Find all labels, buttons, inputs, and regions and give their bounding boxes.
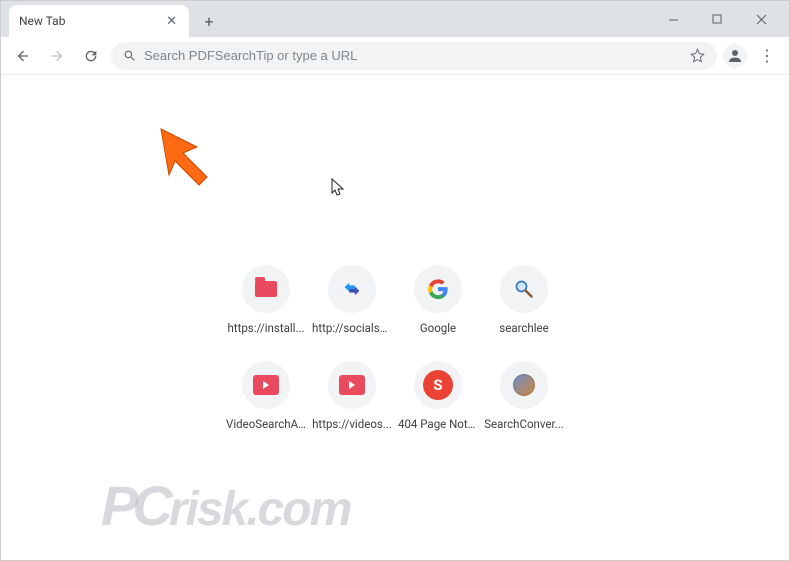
video-icon <box>242 361 290 409</box>
toolbar: ⋮ <box>1 37 789 75</box>
reload-button[interactable] <box>77 42 105 70</box>
shortcut-label: SearchConver... <box>484 417 564 431</box>
address-input[interactable] <box>144 48 682 63</box>
shortcut-tile[interactable]: searchlee <box>481 265 567 335</box>
magnifier-icon <box>500 265 548 313</box>
search-icon <box>123 49 136 62</box>
shortcut-label: https://videos... <box>312 417 392 431</box>
new-tab-button[interactable]: + <box>195 7 223 35</box>
tab-new-tab[interactable]: New Tab ✕ <box>9 5 189 37</box>
maximize-button[interactable] <box>695 4 739 34</box>
shortcut-tile[interactable]: Google <box>395 265 481 335</box>
shortcut-label: VideoSearchA... <box>226 417 306 431</box>
back-button[interactable] <box>9 42 37 70</box>
watermark-text: PCrisk.com <box>101 473 350 538</box>
shortcut-label: 404 Page Not ... <box>398 417 478 431</box>
shortcut-tile[interactable]: https://install... <box>223 265 309 335</box>
google-icon <box>414 265 462 313</box>
forward-button[interactable] <box>43 42 71 70</box>
tab-strip: New Tab ✕ + <box>1 1 789 37</box>
cursor-icon <box>331 178 347 202</box>
new-tab-page: https://install... http://socialse... Go… <box>1 75 789 560</box>
shortcut-label: Google <box>420 321 456 335</box>
globe-icon <box>500 361 548 409</box>
shortcut-label: http://socialse... <box>312 321 392 335</box>
shortcut-label: searchlee <box>499 321 548 335</box>
shortcut-tile[interactable]: http://socialse... <box>309 265 395 335</box>
shortcut-label: https://install... <box>227 321 304 335</box>
tab-close-button[interactable]: ✕ <box>164 15 179 28</box>
annotation-arrow-icon <box>151 119 231 203</box>
bookmark-star-icon[interactable] <box>690 48 705 63</box>
video-icon <box>328 361 376 409</box>
profile-avatar-button[interactable] <box>723 44 747 68</box>
arrows-icon <box>328 265 376 313</box>
letter-s-icon: S <box>414 361 462 409</box>
shortcut-tile[interactable]: SearchConver... <box>481 361 567 431</box>
shortcuts-grid: https://install... http://socialse... Go… <box>223 265 567 431</box>
window-controls <box>651 1 789 37</box>
folder-icon <box>242 265 290 313</box>
browser-window: New Tab ✕ + <box>0 0 790 561</box>
minimize-button[interactable] <box>651 4 695 34</box>
tab-title: New Tab <box>19 14 164 28</box>
omnibox[interactable] <box>111 42 717 70</box>
close-window-button[interactable] <box>739 4 783 34</box>
kebab-menu-button[interactable]: ⋮ <box>753 46 781 65</box>
shortcut-tile[interactable]: S 404 Page Not ... <box>395 361 481 431</box>
shortcut-tile[interactable]: https://videos... <box>309 361 395 431</box>
shortcut-tile[interactable]: VideoSearchA... <box>223 361 309 431</box>
